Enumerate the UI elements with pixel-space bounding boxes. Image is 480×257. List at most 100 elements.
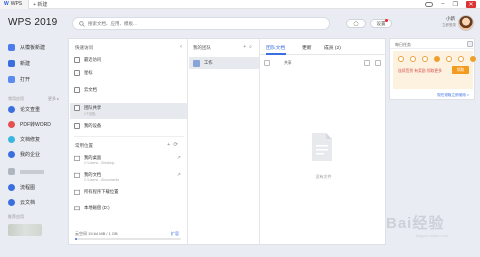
app-icon (8, 168, 15, 175)
sidebar-item-blurred[interactable] (8, 168, 44, 175)
sidebar-item-cloud-doc[interactable]: 云文档 (8, 199, 35, 206)
folder-icon (74, 189, 80, 195)
apps-more-link[interactable]: 更多 ▸ (48, 96, 59, 102)
quick-access-pane: 快速访问 ‹ 最近访问 星标 云文档 团队共享 1个团队 我的设备 常用位置 +… (69, 39, 188, 244)
watermark-sub: jingyan.baidu.com (416, 233, 449, 238)
main-panel: 快速访问 ‹ 最近访问 星标 云文档 团队共享 1个团队 我的设备 常用位置 +… (68, 38, 387, 245)
search-input[interactable] (88, 21, 288, 26)
apps-section-label: 常用应用 (8, 96, 24, 101)
checkin-dot (458, 56, 464, 62)
location-label: 所有程序下载位置 (84, 189, 119, 194)
sidebar-item-thesis-check[interactable]: 论文查重 (8, 106, 40, 113)
divider (74, 136, 184, 137)
cloud-icon (8, 199, 15, 206)
share-label[interactable]: 共享 (284, 61, 292, 66)
disk-icon (74, 206, 80, 211)
flowchart-icon (8, 184, 15, 191)
checkin-dot (470, 56, 476, 62)
view-grid-icon[interactable] (375, 60, 381, 66)
sidebar-item-flowchart[interactable]: 流程图 (8, 184, 35, 191)
notification-dot (385, 19, 388, 22)
tab-wps-home[interactable]: W WPS (0, 0, 30, 9)
sidebar-item-pdf-to-word[interactable]: PDF转WORD (8, 121, 51, 128)
empty-folder-icon (312, 133, 332, 161)
brand-title: WPS 2019 (8, 17, 58, 28)
checkin-dot (410, 56, 416, 62)
location-documents[interactable]: 我的文档 C:\Users\...\Documents (74, 172, 119, 182)
device-icon (74, 123, 80, 129)
template-icon (8, 44, 15, 51)
toggle-icon[interactable] (425, 2, 434, 7)
view-list-icon[interactable] (364, 60, 370, 66)
avatar[interactable] (458, 15, 474, 31)
quick-item-label: 云文档 (84, 87, 97, 92)
cloud-doc-icon (74, 87, 80, 93)
sidebar-item-label: 论文查重 (20, 107, 41, 113)
sidebar-item-label: 文档修复 (20, 137, 41, 143)
sidebar-item-label: PDF转WORD (20, 122, 51, 128)
quick-item-recent[interactable]: 最近访问 (74, 57, 101, 63)
sidebar-item-enterprise[interactable]: 我的企业 (8, 151, 40, 158)
user-status[interactable]: 立即登录 (442, 23, 456, 28)
team-item-label: 工作 (204, 60, 213, 65)
location-controls[interactable]: +⟳ (167, 142, 181, 148)
quick-item-star[interactable]: 星标 (74, 70, 93, 76)
tab-updates[interactable]: 更新 (302, 44, 312, 51)
watermark: Bai经验 jingyan.baidu.com (386, 212, 448, 238)
wps-logo-icon: W (4, 1, 9, 7)
search-bar[interactable] (72, 17, 330, 30)
select-all-checkbox[interactable] (264, 60, 270, 66)
search-icon (79, 20, 85, 27)
claim-button[interactable]: 领取 (452, 66, 469, 74)
expand-storage-link[interactable]: 扩容 (171, 231, 179, 237)
widget-link[interactable]: 现在领取立即使用 > (437, 93, 469, 98)
checkin-dot (446, 56, 452, 62)
open-external-icon[interactable]: ↗ (177, 155, 181, 161)
minimize-icon[interactable]: – (441, 1, 444, 8)
quick-item-devices[interactable]: 我的设备 (74, 123, 101, 129)
header-sync-button[interactable]: ◯ (346, 19, 366, 28)
open-external-icon[interactable]: ↗ (177, 172, 181, 178)
widget-body: 连续签到 有奖励 领取更多 领取 (393, 51, 476, 89)
sidebar-item-new[interactable]: 新建 (8, 60, 30, 67)
quick-item-sub: 1个团队 (84, 112, 97, 116)
folder-icon (74, 172, 80, 178)
team-pane-title: 我的团队 (193, 45, 211, 50)
collapse-chevron-icon[interactable]: ‹ (180, 44, 182, 50)
team-icon (74, 105, 80, 111)
user-name[interactable]: 小新 (446, 16, 455, 22)
quick-item-cloud[interactable]: 云文档 (74, 87, 97, 93)
sidebar-item-doc-repair[interactable]: 文档修复 (8, 136, 40, 143)
storage-bar-fill (75, 238, 78, 240)
close-icon[interactable]: ✕ (466, 1, 476, 8)
star-icon (74, 70, 80, 76)
checkin-dots (398, 56, 476, 62)
widget-settings-icon[interactable] (467, 41, 473, 47)
blurred-label (20, 169, 44, 174)
team-tools[interactable]: +⌕ (243, 44, 255, 50)
location-path: C:\Users\...\Desktop (84, 161, 115, 165)
team-item-work[interactable]: 工作 (189, 57, 259, 69)
settings-button[interactable]: 设置 (370, 19, 392, 28)
location-downloads[interactable]: 所有程序下载位置 (74, 189, 118, 195)
sidebar-item-template[interactable]: 从模板新建 (8, 44, 45, 51)
new-icon (8, 60, 15, 67)
location-disk-d[interactable]: 本地磁盘 (D:) (74, 205, 110, 211)
checkin-dot (398, 56, 404, 62)
quick-item-team-share[interactable]: 团队共享 1个团队 (74, 105, 101, 116)
location-desktop[interactable]: 我的桌面 C:\Users\...\Desktop (74, 155, 114, 165)
tab-team-docs[interactable]: 团队文档 (266, 44, 285, 51)
quick-item-label: 最近访问 (84, 57, 102, 62)
tab-members[interactable]: 成员 (2) (324, 44, 341, 51)
restore-icon[interactable]: ❐ (453, 1, 458, 8)
new-tab-button[interactable]: + 新建 (33, 1, 47, 8)
sidebar-item-label: 云文档 (20, 200, 36, 206)
team-avatar-icon (193, 59, 200, 67)
storage-label: 云空间 19.64 MB / 1 GB (75, 231, 118, 236)
widget-title: 每日任务 (395, 42, 411, 47)
recommend-label: 推荐应用 (8, 214, 24, 219)
enterprise-icon (8, 151, 15, 158)
daily-task-widget: 每日任务 连续签到 有奖励 领取更多 领取 现在领取立即使用 > (389, 38, 476, 100)
sidebar-item-open[interactable]: 打开 (8, 76, 30, 83)
sidebar-item-label: 新建 (20, 61, 31, 67)
